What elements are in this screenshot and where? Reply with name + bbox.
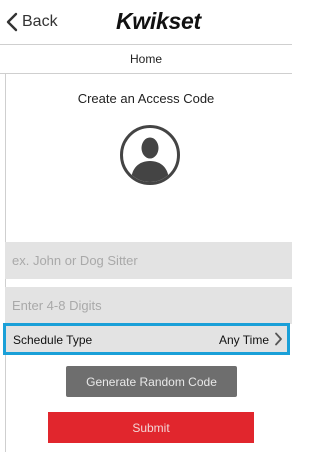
- chevron-right-icon: [274, 332, 283, 351]
- chevron-left-icon: [6, 12, 18, 32]
- back-button[interactable]: Back: [6, 10, 58, 34]
- schedule-type-label: Schedule Type: [13, 333, 93, 347]
- code-input[interactable]: [5, 287, 292, 324]
- schedule-type-row[interactable]: Schedule Type Any Time: [3, 323, 290, 355]
- schedule-type-value: Any Time: [218, 333, 269, 347]
- subheader: Home: [0, 44, 292, 74]
- page-title: Create an Access Code: [77, 91, 215, 106]
- submit-button[interactable]: Submit: [48, 412, 254, 443]
- brand-logo: Kwikset: [116, 8, 201, 34]
- subheader-title: Home: [129, 52, 162, 66]
- navigation-bar: Back Kwikset: [0, 0, 292, 44]
- user-avatar-icon[interactable]: [119, 124, 181, 186]
- name-input[interactable]: [5, 242, 292, 279]
- generate-random-code-button[interactable]: Generate Random Code: [66, 366, 237, 397]
- back-label: Back: [22, 13, 58, 30]
